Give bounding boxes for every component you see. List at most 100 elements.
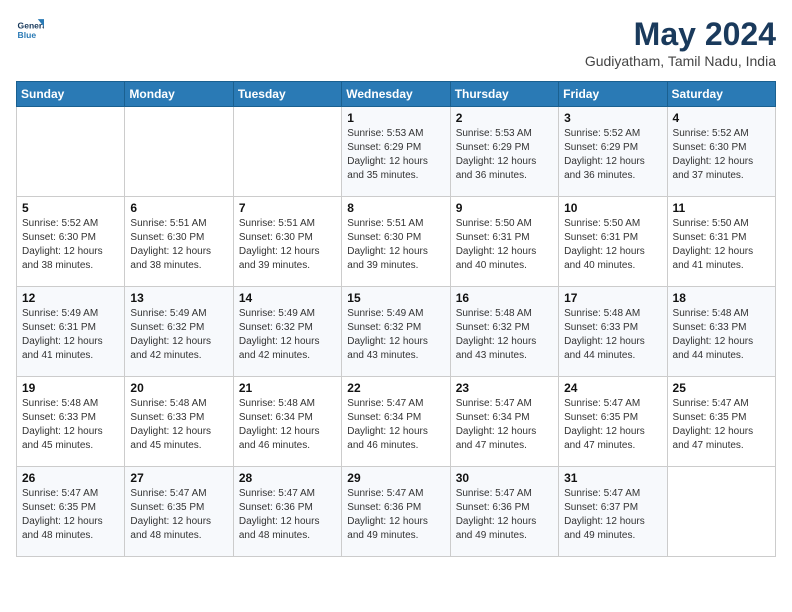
calendar-cell: 3Sunrise: 5:52 AM Sunset: 6:29 PM Daylig…: [559, 107, 667, 197]
day-number: 22: [347, 381, 444, 395]
day-info: Sunrise: 5:47 AM Sunset: 6:35 PM Dayligh…: [130, 487, 227, 543]
calendar-title: May 2024: [585, 16, 776, 53]
day-info: Sunrise: 5:47 AM Sunset: 6:36 PM Dayligh…: [456, 487, 553, 543]
calendar-cell: 28Sunrise: 5:47 AM Sunset: 6:36 PM Dayli…: [233, 467, 341, 557]
day-number: 2: [456, 111, 553, 125]
day-number: 26: [22, 471, 119, 485]
calendar-cell: 25 Sunrise: 5:47 AM Sunset: 6:35 PM Dayli…: [667, 377, 775, 467]
day-header-sunday: Sunday: [17, 82, 125, 107]
calendar-cell: 20 Sunrise: 5:48 AM Sunset: 6:33 PM Dayli…: [125, 377, 233, 467]
day-info: Sunrise: 5:47 AM Sunset: 6:35 PM Dayligh…: [22, 487, 119, 543]
day-info: Sunrise: 5:51 AM Sunset: 6:30 PM Dayligh…: [239, 217, 336, 273]
day-number: 10: [564, 201, 661, 215]
calendar-cell: 6 Sunrise: 5:51 AM Sunset: 6:30 PM Daylig…: [125, 197, 233, 287]
day-info: Sunrise: 5:48 AM Sunset: 6:33 PM Dayligh…: [564, 307, 661, 363]
day-info: Sunrise: 5:48 AM Sunset: 6:34 PM Dayligh…: [239, 397, 336, 453]
day-info: Sunrise: 5:53 AM Sunset: 6:29 PM Dayligh…: [456, 127, 553, 183]
day-info: Sunrise: 5:50 AM Sunset: 6:31 PM Dayligh…: [564, 217, 661, 273]
calendar-header-row: SundayMondayTuesdayWednesdayThursdayFrid…: [17, 82, 776, 107]
calendar-cell: 15 Sunrise: 5:49 AM Sunset: 6:32 PM Dayli…: [342, 287, 450, 377]
day-info: Sunrise: 5:47 AM Sunset: 6:34 PM Dayligh…: [347, 397, 444, 453]
day-info: Sunrise: 5:47 AM Sunset: 6:36 PM Dayligh…: [347, 487, 444, 543]
calendar-cell: 29Sunrise: 5:47 AM Sunset: 6:36 PM Dayli…: [342, 467, 450, 557]
day-number: 6: [130, 201, 227, 215]
calendar-week-4: 19 Sunrise: 5:48 AM Sunset: 6:33 PM Dayli…: [17, 377, 776, 467]
day-number: 31: [564, 471, 661, 485]
day-header-saturday: Saturday: [667, 82, 775, 107]
day-header-wednesday: Wednesday: [342, 82, 450, 107]
day-number: 11: [673, 201, 770, 215]
title-area: May 2024 Gudiyatham, Tamil Nadu, India: [585, 16, 776, 69]
day-number: 5: [22, 201, 119, 215]
day-number: 25: [673, 381, 770, 395]
logo: General Blue: [16, 16, 44, 44]
calendar-cell: 18Sunrise: 5:48 AM Sunset: 6:33 PM Dayli…: [667, 287, 775, 377]
day-info: Sunrise: 5:50 AM Sunset: 6:31 PM Dayligh…: [673, 217, 770, 273]
day-info: Sunrise: 5:51 AM Sunset: 6:30 PM Dayligh…: [130, 217, 227, 273]
calendar-cell: 17 Sunrise: 5:48 AM Sunset: 6:33 PM Dayli…: [559, 287, 667, 377]
day-info: Sunrise: 5:47 AM Sunset: 6:37 PM Dayligh…: [564, 487, 661, 543]
day-number: 19: [22, 381, 119, 395]
calendar-cell: 12 Sunrise: 5:49 AM Sunset: 6:31 PM Dayli…: [17, 287, 125, 377]
day-number: 13: [130, 291, 227, 305]
day-info: Sunrise: 5:49 AM Sunset: 6:31 PM Dayligh…: [22, 307, 119, 363]
day-number: 4: [673, 111, 770, 125]
calendar-cell: 10 Sunrise: 5:50 AM Sunset: 6:31 PM Dayli…: [559, 197, 667, 287]
calendar-cell: 30Sunrise: 5:47 AM Sunset: 6:36 PM Dayli…: [450, 467, 558, 557]
day-info: Sunrise: 5:49 AM Sunset: 6:32 PM Dayligh…: [347, 307, 444, 363]
calendar-week-5: 26 Sunrise: 5:47 AM Sunset: 6:35 PM Dayli…: [17, 467, 776, 557]
day-number: 8: [347, 201, 444, 215]
day-header-thursday: Thursday: [450, 82, 558, 107]
day-info: Sunrise: 5:52 AM Sunset: 6:30 PM Dayligh…: [22, 217, 119, 273]
day-info: Sunrise: 5:47 AM Sunset: 6:35 PM Dayligh…: [673, 397, 770, 453]
day-number: 9: [456, 201, 553, 215]
day-header-friday: Friday: [559, 82, 667, 107]
calendar-cell: 4 Sunrise: 5:52 AM Sunset: 6:30 PM Daylig…: [667, 107, 775, 197]
calendar-cell: 19 Sunrise: 5:48 AM Sunset: 6:33 PM Dayli…: [17, 377, 125, 467]
day-info: Sunrise: 5:52 AM Sunset: 6:29 PM Dayligh…: [564, 127, 661, 183]
calendar-week-1: 1Sunrise: 5:53 AM Sunset: 6:29 PM Daylig…: [17, 107, 776, 197]
calendar-cell: 26 Sunrise: 5:47 AM Sunset: 6:35 PM Dayli…: [17, 467, 125, 557]
day-info: Sunrise: 5:51 AM Sunset: 6:30 PM Dayligh…: [347, 217, 444, 273]
calendar-cell: 31 Sunrise: 5:47 AM Sunset: 6:37 PM Dayli…: [559, 467, 667, 557]
calendar-body: 1Sunrise: 5:53 AM Sunset: 6:29 PM Daylig…: [17, 107, 776, 557]
day-info: Sunrise: 5:48 AM Sunset: 6:33 PM Dayligh…: [22, 397, 119, 453]
day-number: 21: [239, 381, 336, 395]
day-info: Sunrise: 5:50 AM Sunset: 6:31 PM Dayligh…: [456, 217, 553, 273]
day-number: 20: [130, 381, 227, 395]
day-header-monday: Monday: [125, 82, 233, 107]
calendar-week-3: 12 Sunrise: 5:49 AM Sunset: 6:31 PM Dayli…: [17, 287, 776, 377]
calendar-cell: 27 Sunrise: 5:47 AM Sunset: 6:35 PM Dayli…: [125, 467, 233, 557]
day-info: Sunrise: 5:48 AM Sunset: 6:33 PM Dayligh…: [130, 397, 227, 453]
day-number: 28: [239, 471, 336, 485]
calendar-week-2: 5 Sunrise: 5:52 AM Sunset: 6:30 PM Daylig…: [17, 197, 776, 287]
day-info: Sunrise: 5:48 AM Sunset: 6:33 PM Dayligh…: [673, 307, 770, 363]
day-number: 17: [564, 291, 661, 305]
day-info: Sunrise: 5:47 AM Sunset: 6:34 PM Dayligh…: [456, 397, 553, 453]
calendar-cell: 2 Sunrise: 5:53 AM Sunset: 6:29 PM Daylig…: [450, 107, 558, 197]
calendar-subtitle: Gudiyatham, Tamil Nadu, India: [585, 53, 776, 69]
day-info: Sunrise: 5:47 AM Sunset: 6:35 PM Dayligh…: [564, 397, 661, 453]
day-info: Sunrise: 5:49 AM Sunset: 6:32 PM Dayligh…: [239, 307, 336, 363]
calendar-cell: [667, 467, 775, 557]
logo-icon: General Blue: [16, 16, 44, 44]
calendar-table: SundayMondayTuesdayWednesdayThursdayFrid…: [16, 81, 776, 557]
day-number: 23: [456, 381, 553, 395]
day-number: 15: [347, 291, 444, 305]
day-number: 12: [22, 291, 119, 305]
calendar-cell: [17, 107, 125, 197]
day-number: 16: [456, 291, 553, 305]
calendar-cell: 24 Sunrise: 5:47 AM Sunset: 6:35 PM Dayli…: [559, 377, 667, 467]
calendar-cell: 11 Sunrise: 5:50 AM Sunset: 6:31 PM Dayli…: [667, 197, 775, 287]
calendar-cell: 21 Sunrise: 5:48 AM Sunset: 6:34 PM Dayli…: [233, 377, 341, 467]
day-number: 27: [130, 471, 227, 485]
calendar-cell: 8 Sunrise: 5:51 AM Sunset: 6:30 PM Daylig…: [342, 197, 450, 287]
day-number: 24: [564, 381, 661, 395]
header: General Blue May 2024 Gudiyatham, Tamil …: [16, 16, 776, 69]
calendar-cell: 7Sunrise: 5:51 AM Sunset: 6:30 PM Daylig…: [233, 197, 341, 287]
calendar-cell: 1Sunrise: 5:53 AM Sunset: 6:29 PM Daylig…: [342, 107, 450, 197]
calendar-cell: 9 Sunrise: 5:50 AM Sunset: 6:31 PM Daylig…: [450, 197, 558, 287]
calendar-cell: 14 Sunrise: 5:49 AM Sunset: 6:32 PM Dayli…: [233, 287, 341, 377]
day-info: Sunrise: 5:52 AM Sunset: 6:30 PM Dayligh…: [673, 127, 770, 183]
day-number: 14: [239, 291, 336, 305]
